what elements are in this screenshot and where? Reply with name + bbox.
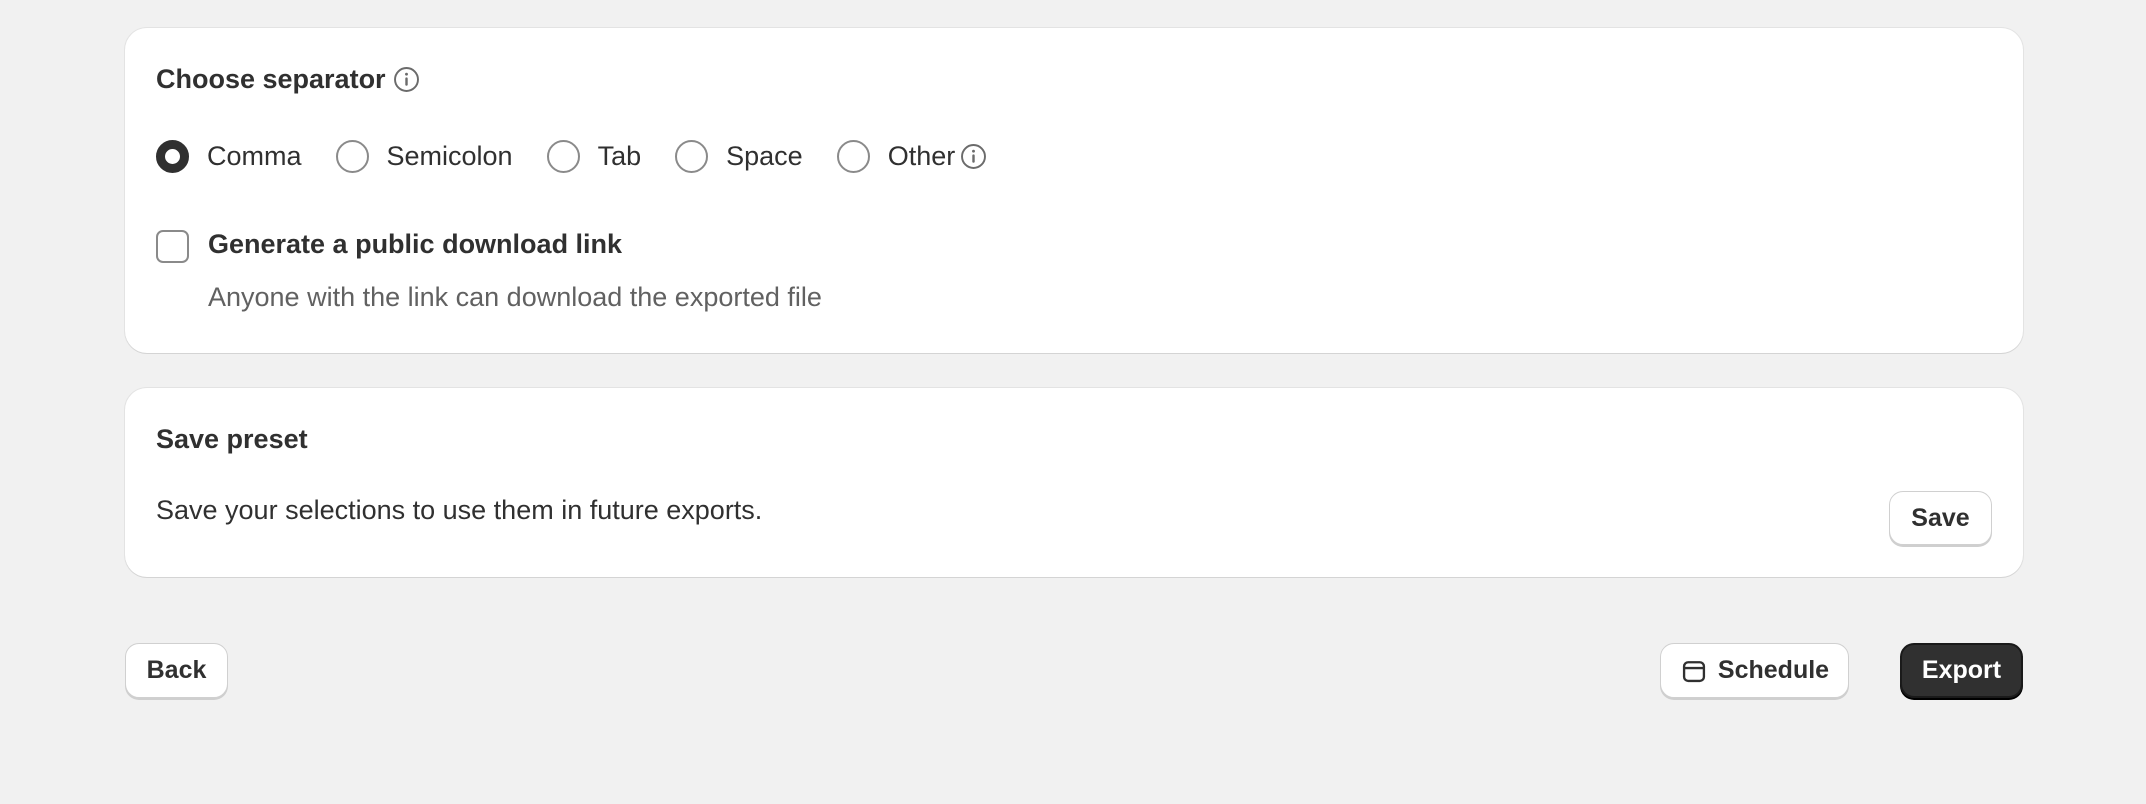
radio-space[interactable]: Space xyxy=(675,140,803,173)
radio-tab-circle[interactable] xyxy=(546,140,580,173)
save-preset-title: Save preset xyxy=(156,424,308,454)
back-button[interactable]: Back xyxy=(125,643,228,698)
radio-other-circle[interactable] xyxy=(836,140,870,173)
separator-card: Choose separator Comma Semicolon Tab Spa… xyxy=(125,28,2023,353)
public-link-checkbox[interactable] xyxy=(156,230,189,263)
other-info-icon[interactable] xyxy=(959,142,988,171)
radio-tab[interactable]: Tab xyxy=(546,140,642,173)
public-link-help: Anyone with the link can download the ex… xyxy=(208,282,822,312)
radio-comma-circle[interactable] xyxy=(156,140,189,173)
save-preset-button[interactable]: Save xyxy=(1889,491,1992,545)
save-preset-card: Save preset Save your selections to use … xyxy=(125,388,2023,577)
save-preset-description: Save your selections to use them in futu… xyxy=(156,495,763,525)
public-link-option[interactable]: Generate a public download link Anyone w… xyxy=(156,229,822,313)
radio-semicolon-circle[interactable] xyxy=(335,140,369,173)
radio-comma-label: Comma xyxy=(207,141,302,171)
schedule-label: Schedule xyxy=(1717,656,1830,684)
separator-title: Choose separator xyxy=(156,64,386,94)
radio-space-label: Space xyxy=(726,141,803,171)
radio-other-label: Other xyxy=(887,141,956,171)
calendar-icon xyxy=(1682,660,1706,682)
info-icon[interactable] xyxy=(392,65,421,94)
public-link-label: Generate a public download link xyxy=(208,229,623,259)
separator-title-row: Choose separator xyxy=(156,64,421,95)
radio-semicolon[interactable]: Semicolon xyxy=(335,140,513,173)
radio-comma[interactable]: Comma xyxy=(156,140,302,173)
separator-radio-group: Comma Semicolon Tab Space Other xyxy=(156,140,988,173)
export-button[interactable]: Export xyxy=(1900,643,2023,698)
schedule-button[interactable]: Schedule xyxy=(1660,643,1849,698)
radio-semicolon-label: Semicolon xyxy=(386,141,513,171)
radio-space-circle[interactable] xyxy=(675,140,709,173)
radio-tab-label: Tab xyxy=(597,141,642,171)
public-link-text: Generate a public download link Anyone w… xyxy=(208,229,822,313)
radio-other[interactable]: Other xyxy=(836,140,989,173)
